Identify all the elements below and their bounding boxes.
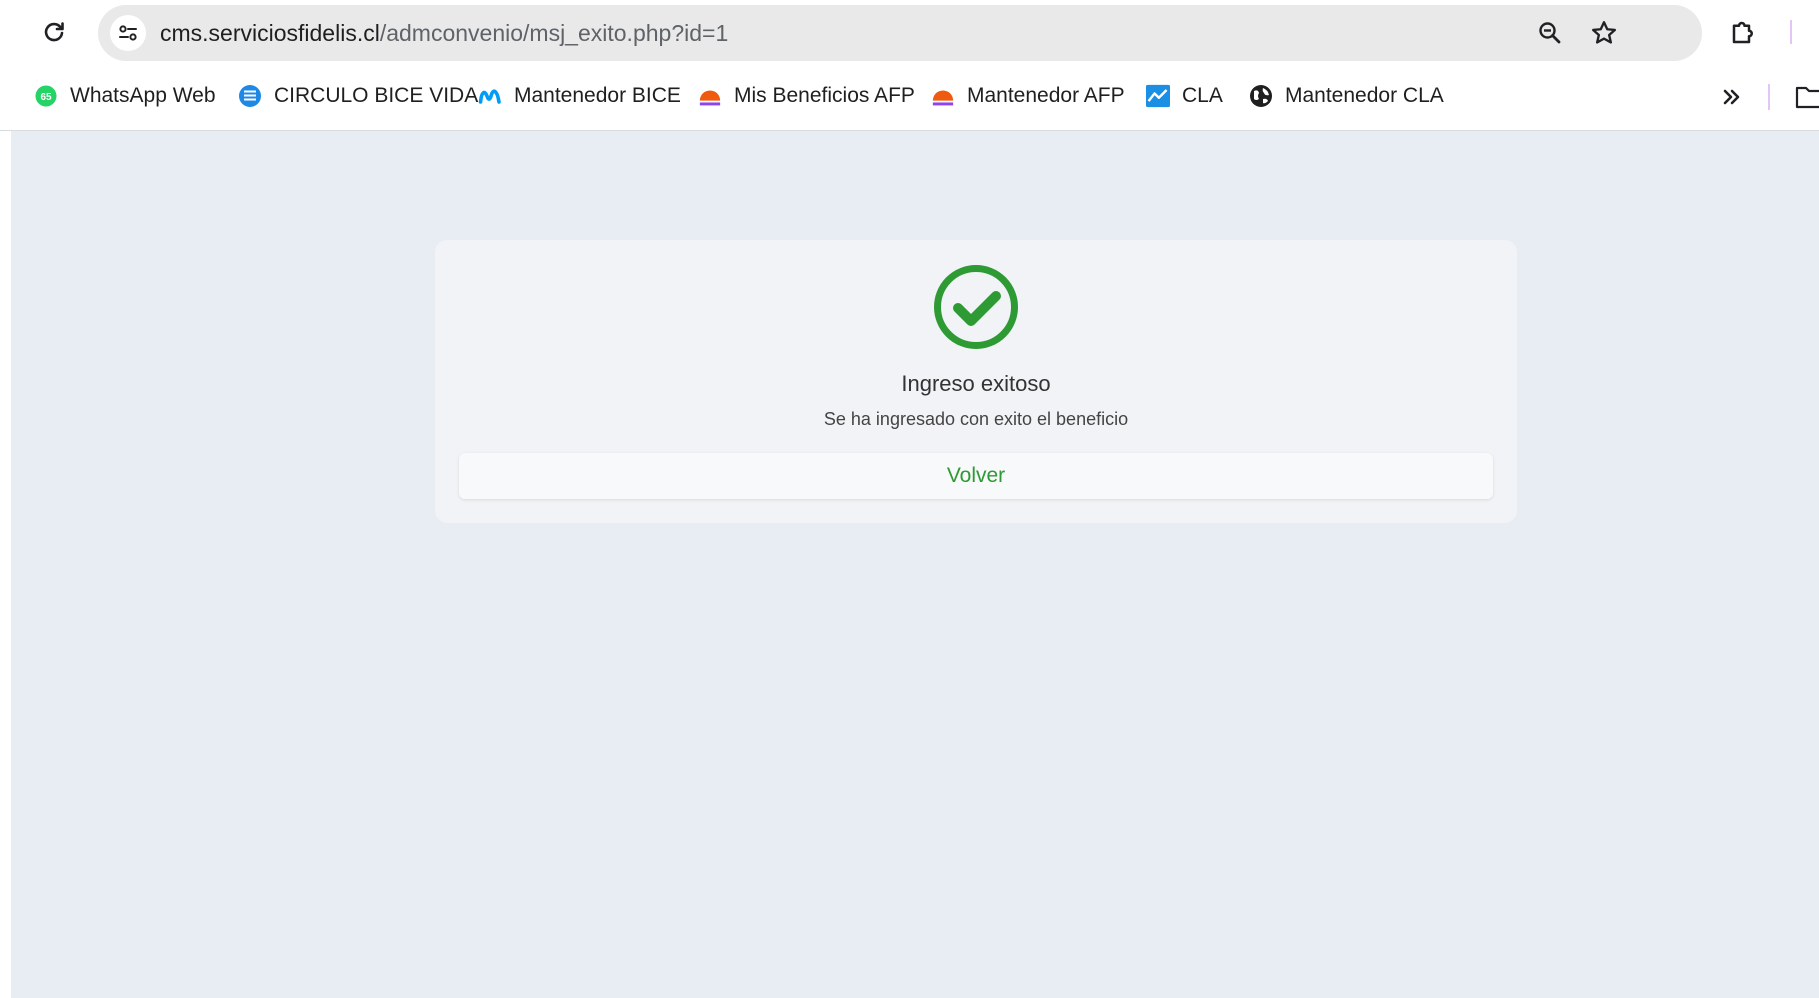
bookmark-mantenedor-bice[interactable]: Mantenedor BICE: [478, 81, 681, 111]
afp-icon: [698, 84, 722, 108]
zoom-button[interactable]: [1532, 15, 1568, 51]
bookmark-whatsapp-web[interactable]: 65 WhatsApp Web: [34, 81, 216, 111]
bookmark-label: CIRCULO BICE VIDA: [274, 84, 479, 107]
bookmark-circulo-bice-vida[interactable]: CIRCULO BICE VIDA: [238, 81, 478, 111]
page-content: Ingreso exitoso Se ha ingresado con exit…: [11, 131, 1819, 998]
bookmark-label: Mis Beneficios AFP: [734, 84, 915, 107]
bookmark-badge: 65: [40, 92, 52, 103]
bookmark-label: Mantenedor CLA: [1285, 84, 1444, 107]
bookmark-mantenedor-afp[interactable]: Mantenedor AFP: [931, 81, 1125, 111]
puzzle-icon: [1732, 21, 1753, 44]
url-text[interactable]: cms.serviciosfidelis.cl/admconvenio/msj_…: [160, 20, 728, 46]
more-bookmarks-button[interactable]: [1717, 82, 1747, 112]
whatsapp-icon: 65: [34, 84, 58, 108]
chevron-double-right-icon: [1723, 89, 1740, 105]
reload-button[interactable]: [36, 14, 72, 50]
success-card: Ingreso exitoso Se ha ingresado con exit…: [435, 240, 1517, 523]
all-bookmarks-button[interactable]: [1795, 84, 1819, 110]
bookmarks-divider: [1768, 84, 1770, 110]
bookmark-cla[interactable]: CLA: [1146, 81, 1223, 111]
success-title: Ingreso exitoso: [901, 371, 1051, 396]
extensions-button[interactable]: [1726, 14, 1762, 50]
globe-icon: [1249, 84, 1273, 108]
bookmark-mis-beneficios-afp[interactable]: Mis Beneficios AFP: [698, 81, 915, 111]
toolbar-divider: [1790, 20, 1792, 44]
star-icon: [1591, 21, 1617, 44]
check-circle-icon: [934, 265, 1018, 349]
movistar-icon: [478, 84, 502, 108]
bice-icon: [238, 84, 262, 108]
browser-toolbar: cms.serviciosfidelis.cl/admconvenio/msj_…: [0, 0, 1819, 64]
url-path: /admconvenio/msj_exito.php?id=1: [379, 20, 729, 46]
bookmark-label: WhatsApp Web: [70, 84, 216, 107]
site-info-button[interactable]: [110, 15, 146, 51]
success-message: Se ha ingresado con exito el beneficio: [823, 409, 1129, 429]
bookmark-label: Mantenedor AFP: [967, 84, 1125, 107]
bookmark-label: CLA: [1182, 84, 1223, 107]
folder-icon: [1795, 86, 1819, 109]
back-button[interactable]: Volver: [459, 453, 1493, 499]
bookmark-mantenedor-cla[interactable]: Mantenedor CLA: [1249, 81, 1444, 111]
zoom-out-icon: [1539, 22, 1561, 44]
bookmarks-bar: 65 WhatsApp Web CIRCULO BICE VIDA Manten…: [0, 64, 1819, 131]
url-host: cms.serviciosfidelis.cl: [160, 20, 380, 46]
bookmark-star-button[interactable]: [1586, 15, 1622, 51]
afp-icon: [931, 84, 955, 108]
tune-icon: [119, 25, 137, 41]
bookmark-label: Mantenedor BICE: [514, 84, 681, 107]
cla-icon: [1146, 84, 1170, 108]
address-bar[interactable]: cms.serviciosfidelis.cl/admconvenio/msj_…: [98, 5, 1702, 61]
reload-icon: [44, 22, 64, 42]
